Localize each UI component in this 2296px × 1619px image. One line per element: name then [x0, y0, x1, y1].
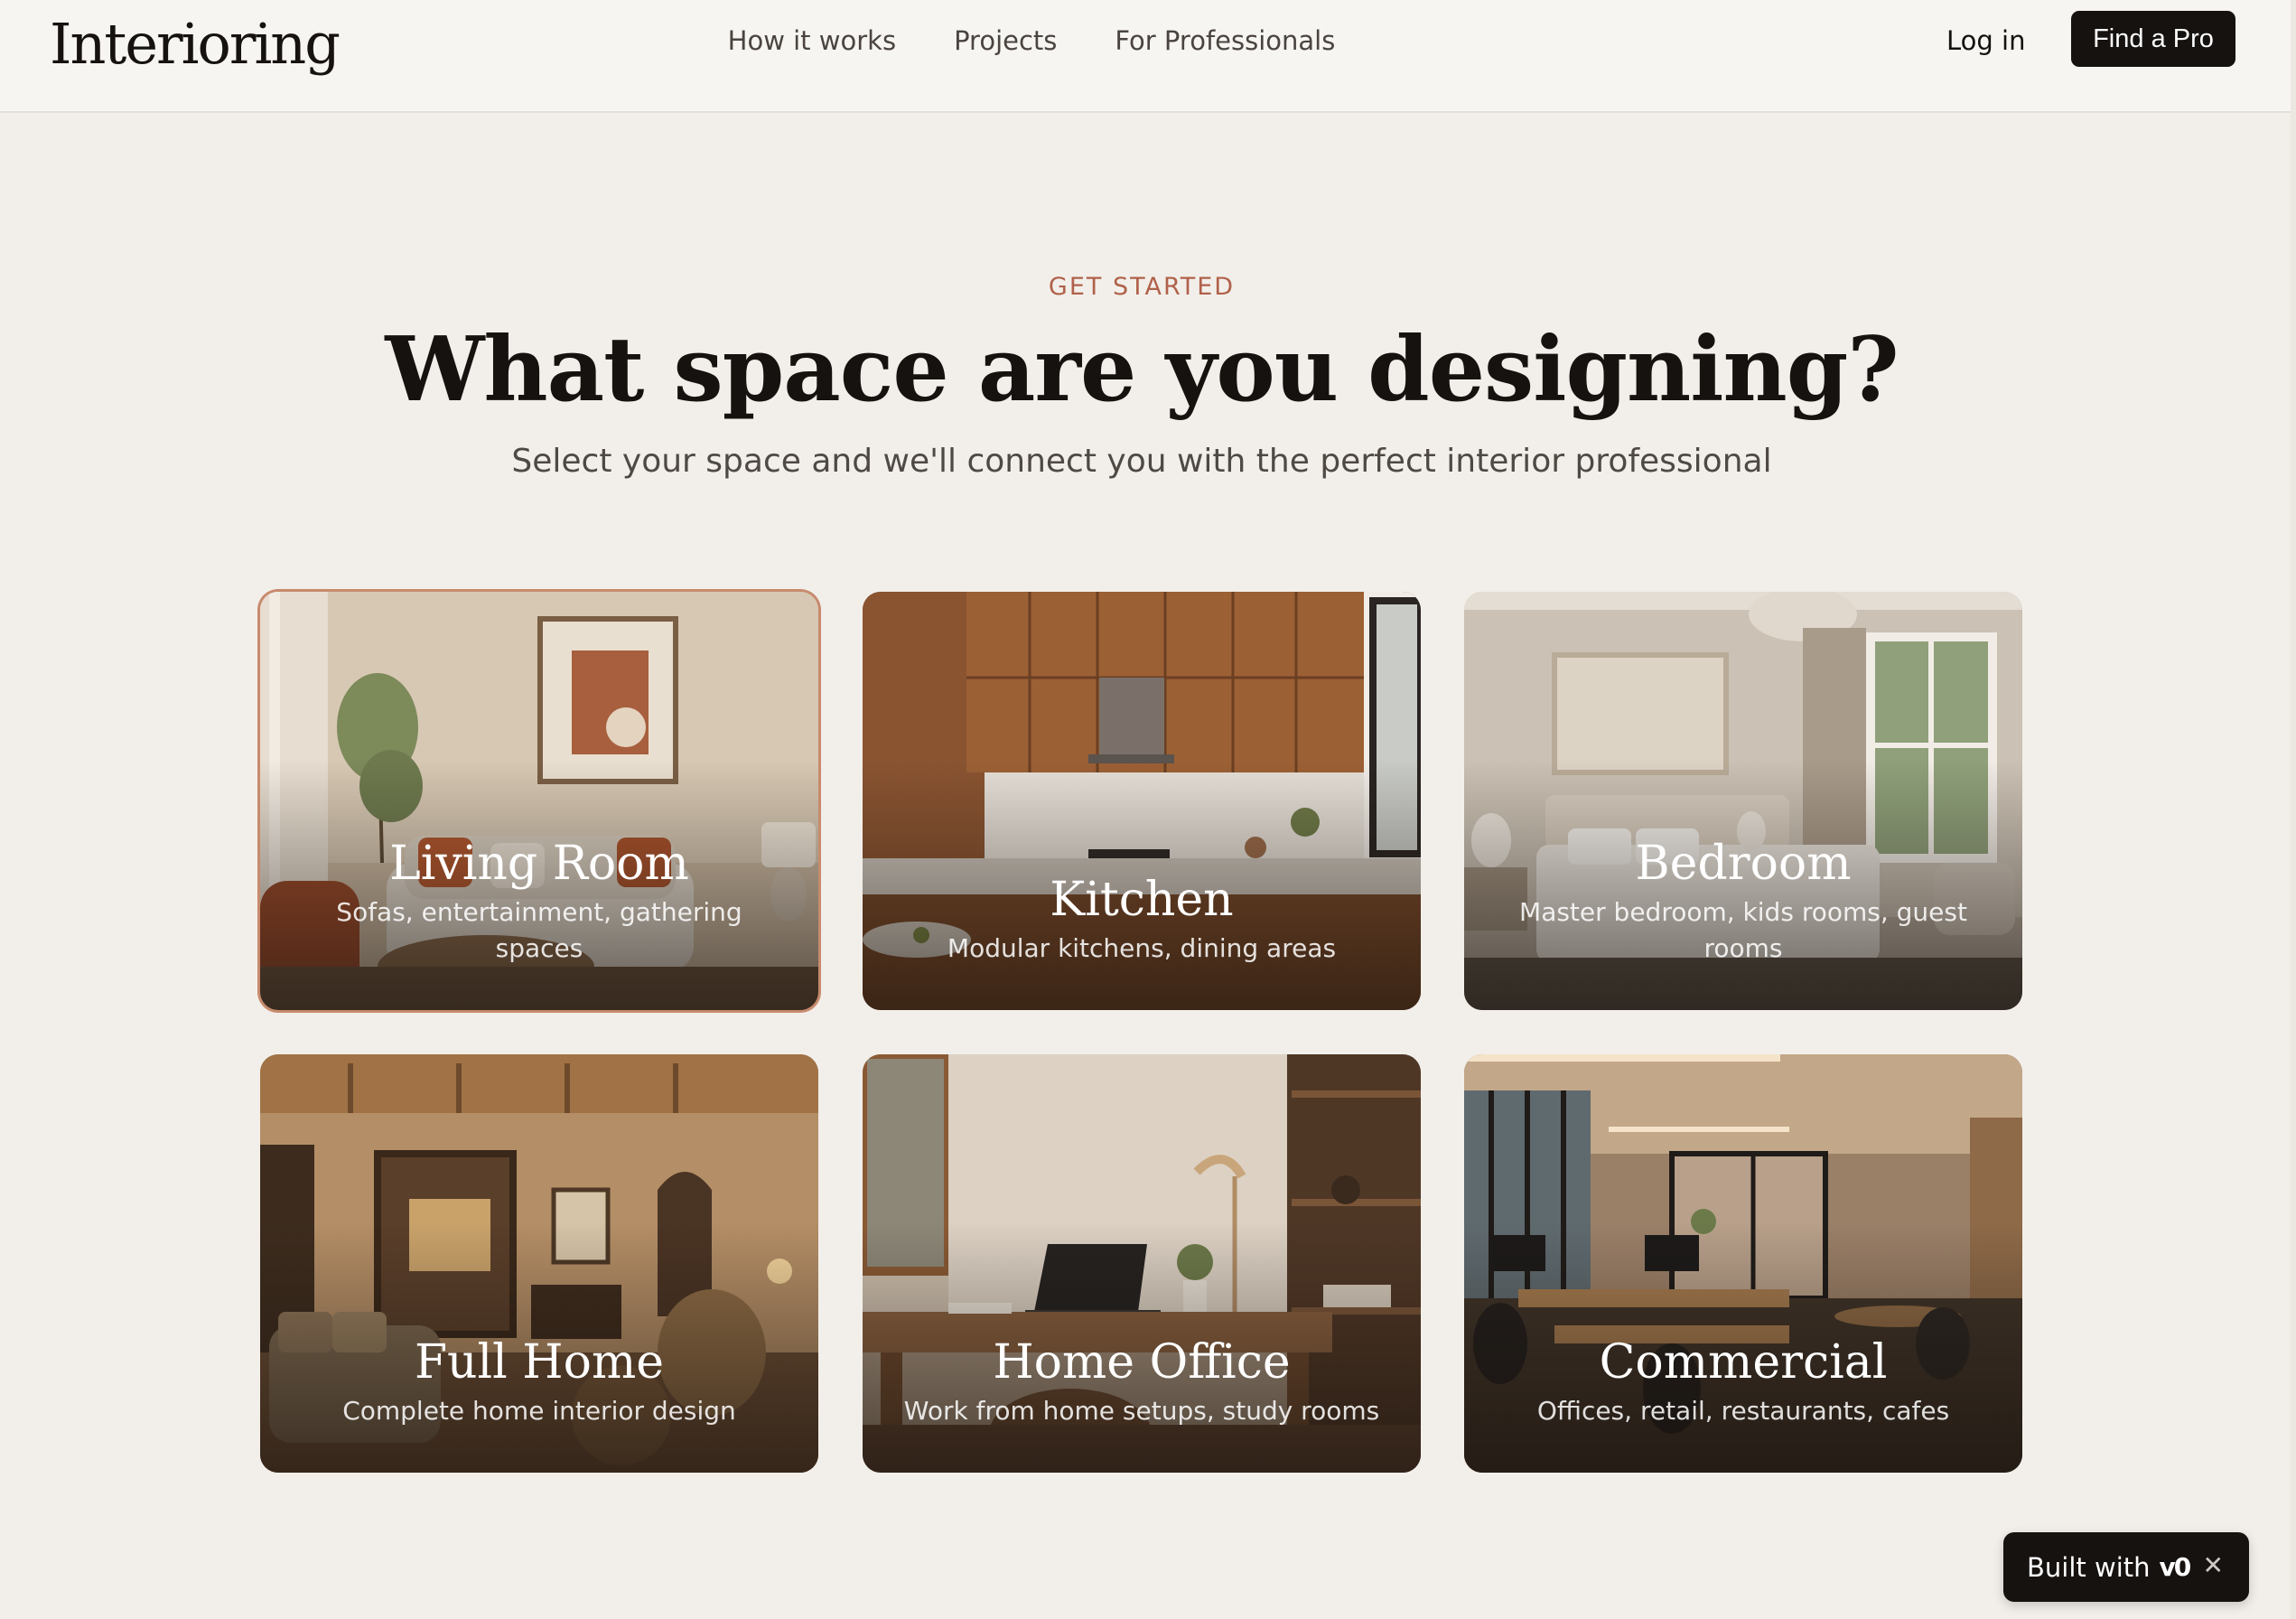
space-card-commercial[interactable]: Commercial Offices, retail, restaurants,…	[1464, 1054, 2022, 1473]
section-eyebrow: GET STARTED	[1048, 273, 1236, 301]
card-caption: Commercial Offices, retail, restaurants,…	[1500, 1334, 1986, 1429]
card-caption: Living Room Sofas, entertainment, gather…	[296, 835, 782, 967]
card-description: Sofas, entertainment, gathering spaces	[336, 897, 742, 963]
card-caption: Home Office Work from home setups, study…	[899, 1334, 1385, 1429]
space-card-kitchen[interactable]: Kitchen Modular kitchens, dining areas	[863, 592, 1421, 1010]
space-card-bedroom[interactable]: Bedroom Master bedroom, kids rooms, gues…	[1464, 592, 2022, 1010]
space-card-full-home[interactable]: Full Home Complete home interior design	[260, 1054, 818, 1473]
find-a-pro-button[interactable]: Find a Pro	[2071, 11, 2235, 67]
page-subtitle: Select your space and we'll connect you …	[511, 443, 1772, 480]
close-icon[interactable]: ✕	[2203, 1550, 2224, 1580]
top-nav: Interioring How it works Projects For Pr…	[0, 0, 2296, 113]
page-title: What space are you designing?	[385, 318, 1899, 422]
login-link[interactable]: Log in	[1946, 18, 2025, 63]
built-with-badge[interactable]: Built with v0 ✕	[2003, 1532, 2249, 1602]
scrollbar[interactable]	[2291, 0, 2296, 1619]
card-title: Home Office	[993, 1335, 1291, 1390]
card-description: Work from home setups, study rooms	[903, 1396, 1380, 1426]
card-description: Master bedroom, kids rooms, guest rooms	[1519, 897, 1967, 963]
card-description: Complete home interior design	[342, 1396, 736, 1426]
card-description: Modular kitchens, dining areas	[947, 933, 1337, 963]
card-caption: Full Home Complete home interior design	[296, 1334, 782, 1429]
nav-link-for-professionals[interactable]: For Professionals	[1115, 25, 1335, 56]
card-title: Full Home	[414, 1335, 665, 1390]
logo[interactable]: Interioring	[50, 4, 341, 85]
space-card-home-office[interactable]: Home Office Work from home setups, study…	[863, 1054, 1421, 1473]
v0-logo-icon: v0	[2159, 1552, 2192, 1582]
card-title: Living Room	[389, 837, 689, 891]
card-caption: Kitchen Modular kitchens, dining areas	[899, 871, 1385, 967]
card-caption: Bedroom Master bedroom, kids rooms, gues…	[1500, 835, 1986, 967]
space-card-living-room[interactable]: Living Room Sofas, entertainment, gather…	[260, 592, 818, 1010]
page: Interioring How it works Projects For Pr…	[0, 0, 2296, 1619]
card-description: Offices, retail, restaurants, cafes	[1536, 1396, 1950, 1426]
nav-link-projects[interactable]: Projects	[954, 25, 1057, 56]
badge-label: Built with	[2027, 1551, 2151, 1583]
card-title: Bedroom	[1635, 837, 1852, 891]
card-title: Commercial	[1599, 1335, 1888, 1390]
nav-link-how-it-works[interactable]: How it works	[728, 25, 896, 56]
card-title: Kitchen	[1050, 873, 1234, 927]
